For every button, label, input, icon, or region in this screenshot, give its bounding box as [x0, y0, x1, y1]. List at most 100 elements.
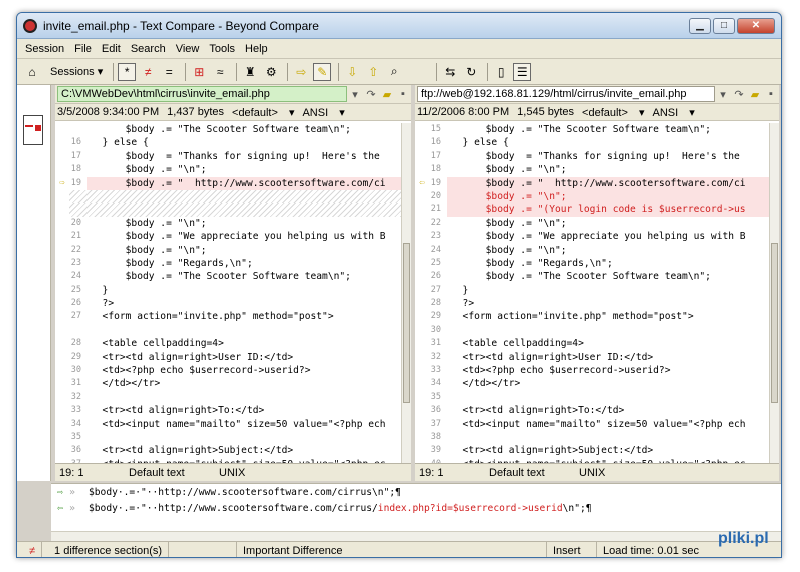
- menu-edit[interactable]: Edit: [102, 43, 121, 55]
- code-line[interactable]: 17 $body = "Thanks for signing up! Here'…: [55, 150, 401, 163]
- diff-arrow-icon[interactable]: ⇦: [415, 177, 429, 190]
- right-format[interactable]: <default> ▾: [582, 106, 644, 119]
- code-line[interactable]: 31 <table cellpadding=4>: [415, 337, 769, 350]
- code-line[interactable]: 32: [55, 391, 401, 404]
- maximize-button[interactable]: □: [713, 17, 735, 34]
- code-line[interactable]: 33 <tr><td align=right>To:</td>: [55, 404, 401, 417]
- next-diff-icon[interactable]: ⇩: [343, 63, 361, 81]
- code-line[interactable]: 26 $body .= "The Scooter Software team\n…: [415, 270, 769, 283]
- code-line[interactable]: [55, 324, 401, 337]
- code-line[interactable]: 25 $body .= "Regards,\n";: [415, 257, 769, 270]
- code-line[interactable]: 31 </td></tr>: [55, 377, 401, 390]
- single-pane-icon[interactable]: ▯: [492, 63, 510, 81]
- code-line[interactable]: 39 <tr><td align=right>Subject:</td>: [415, 444, 769, 457]
- swap-icon[interactable]: ⇆: [441, 63, 459, 81]
- code-line[interactable]: 34 </td></tr>: [415, 377, 769, 390]
- code-line[interactable]: 29 <form action="invite.php" method="pos…: [415, 310, 769, 323]
- code-line[interactable]: [55, 189, 401, 204]
- minimize-button[interactable]: ▁: [689, 17, 711, 34]
- right-encoding[interactable]: ANSI ▾: [652, 106, 694, 119]
- code-line[interactable]: 34 <td><input name="mailto" size=50 valu…: [55, 418, 401, 431]
- code-line[interactable]: 26 ?>: [55, 297, 401, 310]
- open-folder-icon[interactable]: ▰: [747, 88, 763, 101]
- right-vertical-scrollbar[interactable]: [769, 123, 779, 463]
- home-icon[interactable]: ⌂: [23, 63, 41, 81]
- refresh-icon[interactable]: ↻: [462, 63, 480, 81]
- menu-session[interactable]: Session: [25, 43, 64, 55]
- code-line[interactable]: 37 <td><input name="mailto" size=50 valu…: [415, 418, 769, 431]
- prev-diff-icon[interactable]: ⇧: [364, 63, 382, 81]
- code-line[interactable]: ⇨ 19 $body .= " http://www.scootersoftwar…: [55, 176, 401, 190]
- code-line[interactable]: 36 <tr><td align=right>Subject:</td>: [55, 444, 401, 457]
- thumbnail-overview[interactable]: [17, 85, 51, 481]
- code-line[interactable]: 38: [415, 431, 769, 444]
- left-code-view[interactable]: $body .= "The Scooter Software team\n"; 1…: [55, 123, 401, 463]
- code-line[interactable]: 30 <td><?php echo $userrecord->userid?>: [55, 364, 401, 377]
- open-folder-icon[interactable]: ▰: [379, 88, 395, 101]
- context-icon[interactable]: ⊞: [190, 63, 208, 81]
- code-line[interactable]: 24 $body .= "\n";: [415, 244, 769, 257]
- menu-view[interactable]: View: [176, 43, 200, 55]
- code-line[interactable]: 32 <tr><td align=right>User ID:</td>: [415, 351, 769, 364]
- left-format[interactable]: <default> ▾: [232, 106, 294, 119]
- menu-file[interactable]: File: [74, 43, 92, 55]
- close-button[interactable]: ✕: [737, 17, 775, 34]
- menu-search[interactable]: Search: [131, 43, 166, 55]
- details-icon[interactable]: ☰: [513, 62, 532, 81]
- copy-to-right-icon[interactable]: ⇨: [292, 63, 310, 81]
- code-line[interactable]: 27 <form action="invite.php" method="pos…: [55, 310, 401, 323]
- code-line[interactable]: 17 $body = "Thanks for signing up! Here'…: [415, 150, 769, 163]
- code-line[interactable]: 36 <tr><td align=right>To:</td>: [415, 404, 769, 417]
- code-line[interactable]: 16 } else {: [415, 136, 769, 149]
- left-path-input[interactable]: C:\VMWebDev\html\cirrus\invite_email.php: [57, 86, 347, 102]
- dropdown-icon[interactable]: ▾: [347, 88, 363, 101]
- code-line[interactable]: 33 <td><?php echo $userrecord->userid?>: [415, 364, 769, 377]
- code-line[interactable]: 18 $body .= "\n";: [415, 163, 769, 176]
- left-encoding[interactable]: ANSI ▾: [302, 106, 344, 119]
- menu-tools[interactable]: Tools: [209, 43, 235, 55]
- code-line[interactable]: 30: [415, 324, 769, 337]
- show-same-icon[interactable]: =: [160, 63, 178, 81]
- menu-help[interactable]: Help: [245, 43, 268, 55]
- sessions-button[interactable]: Sessions ▾: [50, 65, 103, 79]
- code-line[interactable]: 15 $body .= "The Scooter Software team\n…: [415, 123, 769, 136]
- show-diffs-icon[interactable]: ≠: [139, 63, 157, 81]
- code-line[interactable]: 35: [55, 431, 401, 444]
- save-icon[interactable]: ▪: [395, 88, 411, 100]
- dropdown-icon[interactable]: ▾: [715, 88, 731, 101]
- code-line[interactable]: 27 }: [415, 284, 769, 297]
- code-line[interactable]: 28 <table cellpadding=4>: [55, 337, 401, 350]
- scroll-thumb[interactable]: [403, 243, 410, 403]
- code-line[interactable]: ⇦ 19 $body .= " http://www.scootersoftwar…: [415, 176, 769, 190]
- minor-icon[interactable]: ≈: [211, 63, 229, 81]
- code-line[interactable]: 28 ?>: [415, 297, 769, 310]
- rules-icon[interactable]: ♜: [241, 63, 259, 81]
- code-line[interactable]: 21 $body .= "We appreciate you helping u…: [55, 230, 401, 243]
- code-line[interactable]: 20 $body .= "\n";: [55, 217, 401, 230]
- edit-icon[interactable]: ✎: [313, 62, 332, 81]
- code-line[interactable]: 16 } else {: [55, 136, 401, 149]
- code-line[interactable]: 21 $body .= "(Your login code is $userre…: [415, 203, 769, 217]
- show-all-icon[interactable]: *: [118, 62, 137, 81]
- code-line[interactable]: 20 $body .= "\n";: [415, 189, 769, 204]
- code-line[interactable]: 25 }: [55, 284, 401, 297]
- code-line[interactable]: 18 $body .= "\n";: [55, 163, 401, 176]
- find-icon[interactable]: ⌕: [385, 63, 403, 81]
- code-line[interactable]: 24 $body .= "The Scooter Software team\n…: [55, 270, 401, 283]
- left-vertical-scrollbar[interactable]: [401, 123, 411, 463]
- code-line[interactable]: 23 $body .= "We appreciate you helping u…: [415, 230, 769, 243]
- save-icon[interactable]: ▪: [763, 88, 779, 100]
- code-line[interactable]: 22 $body .= "\n";: [55, 244, 401, 257]
- swap-arrow-icon[interactable]: ↷: [731, 88, 747, 101]
- swap-arrow-icon[interactable]: ↷: [363, 88, 379, 101]
- code-line[interactable]: $body .= "The Scooter Software team\n";: [55, 123, 401, 136]
- format-icon[interactable]: ⚙: [262, 63, 280, 81]
- right-code-view[interactable]: 15 $body .= "The Scooter Software team\n…: [415, 123, 769, 463]
- code-line[interactable]: [55, 203, 401, 217]
- code-line[interactable]: 35: [415, 391, 769, 404]
- scroll-thumb[interactable]: [771, 243, 778, 403]
- code-line[interactable]: 29 <tr><td align=right>User ID:</td>: [55, 351, 401, 364]
- code-line[interactable]: 22 $body .= "\n";: [415, 217, 769, 230]
- code-line[interactable]: 23 $body .= "Regards,\n";: [55, 257, 401, 270]
- diff-arrow-icon[interactable]: ⇨: [55, 177, 69, 190]
